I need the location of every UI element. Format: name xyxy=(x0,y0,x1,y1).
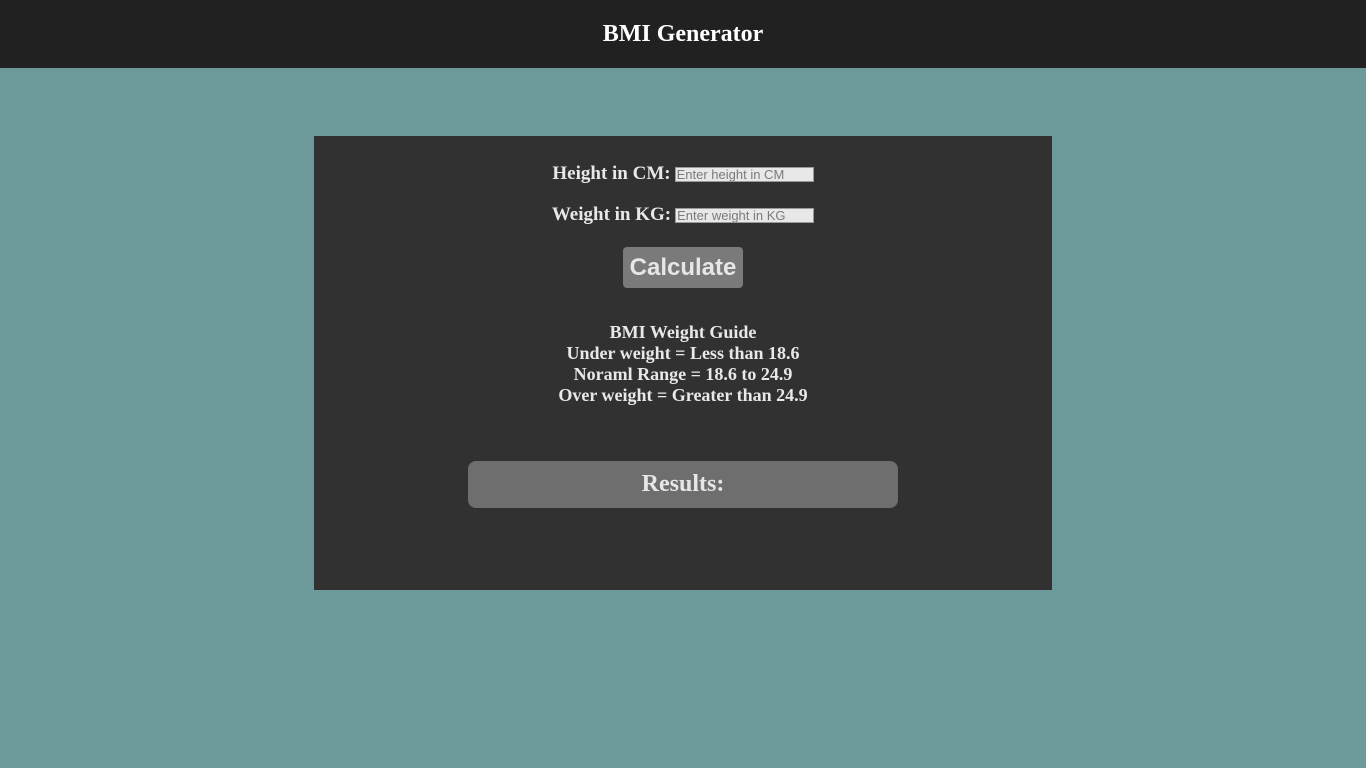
app-header: BMI Generator xyxy=(0,0,1366,68)
weight-row: Weight in KG: xyxy=(314,204,1052,226)
page-title: BMI Generator xyxy=(602,20,764,47)
guide-line-normal: Noraml Range = 18.6 to 24.9 xyxy=(573,364,793,384)
guide-title: BMI Weight Guide xyxy=(609,322,757,342)
height-input[interactable] xyxy=(674,166,814,182)
bmi-panel: Height in CM: Weight in KG: Calculate BM… xyxy=(314,136,1052,590)
results-label: Results: xyxy=(641,471,725,497)
weight-label: Weight in KG: xyxy=(551,204,672,225)
calculate-button[interactable]: Calculate xyxy=(623,247,743,288)
bmi-weight-guide: BMI Weight Guide Under weight = Less tha… xyxy=(314,322,1052,406)
guide-line-underweight: Under weight = Less than 18.6 xyxy=(566,343,800,363)
height-row: Height in CM: xyxy=(314,163,1052,185)
results-box: Results: xyxy=(468,461,898,508)
weight-input[interactable] xyxy=(675,207,815,223)
guide-line-overweight: Over weight = Greater than 24.9 xyxy=(558,385,808,405)
height-label: Height in CM: xyxy=(552,163,671,184)
